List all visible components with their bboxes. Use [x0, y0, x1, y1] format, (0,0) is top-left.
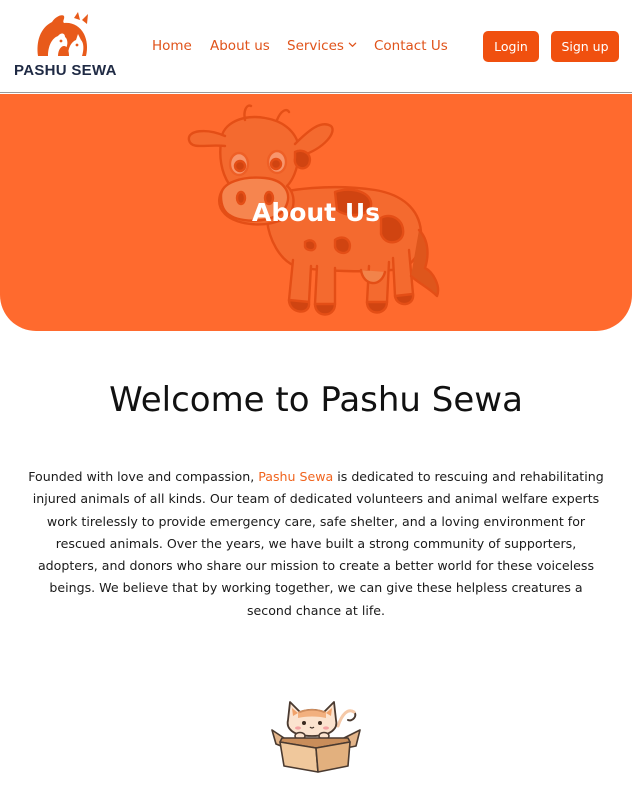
intro-text-start: Founded with love and compassion,	[28, 469, 259, 484]
welcome-heading: Welcome to Pashu Sewa	[109, 380, 523, 420]
nav-about-link[interactable]: About us	[210, 38, 270, 54]
nav-services-label: Services	[287, 38, 344, 54]
animals-logo-icon	[37, 12, 88, 56]
intro-text-rest: is dedicated to rescuing and rehabilitat…	[32, 469, 604, 618]
intro-paragraph: Founded with love and compassion, Pashu …	[28, 466, 604, 622]
cat-in-box-illustration	[271, 701, 361, 773]
login-button[interactable]: Login	[483, 31, 539, 62]
hero-title: About Us	[251, 198, 381, 227]
signup-button[interactable]: Sign up	[551, 31, 619, 62]
site-header: PASHU SEWA Home About us Services Contac…	[0, 0, 632, 93]
hero-banner: About Us	[0, 94, 632, 331]
brand-logo[interactable]: PASHU SEWA	[14, 12, 117, 82]
nav-home-link[interactable]: Home	[152, 38, 192, 54]
brand-highlight: Pashu Sewa	[258, 469, 334, 484]
brand-name: PASHU SEWA	[14, 62, 117, 79]
nav-services-dropdown[interactable]: Services	[287, 38, 357, 54]
nav-contact-link[interactable]: Contact Us	[374, 38, 448, 54]
chevron-down-icon	[348, 42, 357, 47]
